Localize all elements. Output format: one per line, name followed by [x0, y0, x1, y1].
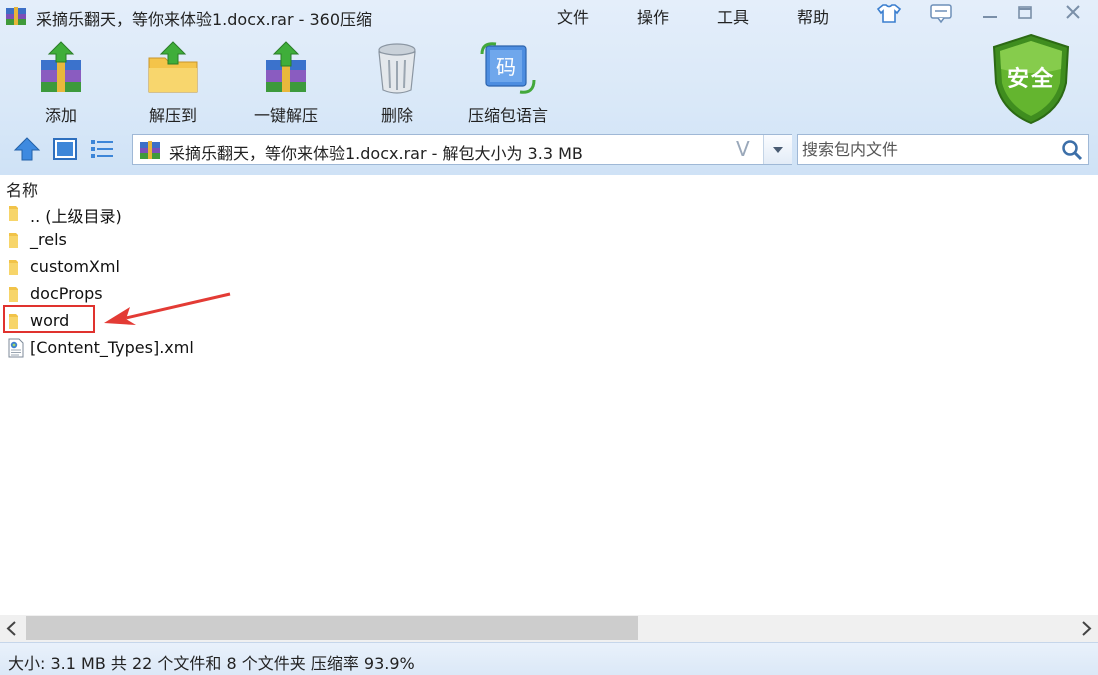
add-label: 添加 [44, 106, 77, 125]
status-text: 大小: 3.1 MB 共 22 个文件和 8 个文件夹 压缩率 93.9% [8, 654, 415, 673]
search-icon[interactable] [1060, 138, 1084, 162]
menu-file[interactable]: 文件 [557, 4, 589, 28]
security-shield[interactable]: 安全 [990, 33, 1072, 125]
archive-language-icon: 码 [480, 42, 536, 94]
column-header-name[interactable]: 名称 [6, 177, 38, 201]
one-click-extract-icon [266, 41, 306, 92]
folder-icon [9, 260, 18, 275]
up-level-icon[interactable] [13, 135, 41, 163]
list-item-customxml[interactable]: customXml [4, 254, 404, 280]
file-name: _rels [30, 230, 67, 249]
menu-tools[interactable]: 工具 [717, 4, 749, 28]
status-bar: 大小: 3.1 MB 共 22 个文件和 8 个文件夹 压缩率 93.9% [0, 642, 1098, 675]
add-button[interactable]: 添加 [30, 40, 92, 125]
list-item-content-types[interactable]: [Content_Types].xml [4, 335, 404, 361]
file-name: customXml [30, 257, 120, 276]
one-click-extract-label: 一键解压 [253, 106, 318, 125]
address-bar[interactable]: 采摘乐翻天，等你来体验1.docx.rar - 解包大小为 3.3 MB V [132, 134, 792, 165]
xml-file-icon [8, 338, 24, 358]
search-input[interactable] [802, 138, 1052, 161]
horizontal-scrollbar[interactable] [0, 615, 1098, 642]
minimize-icon[interactable] [977, 2, 1003, 24]
annotation-arrow-icon [104, 292, 231, 325]
list-item-parent-dir[interactable]: .. (上级目录) [4, 200, 404, 226]
archive-app-icon [6, 7, 26, 25]
menu-help[interactable]: 帮助 [797, 4, 829, 28]
list-item-rels[interactable]: _rels [4, 227, 404, 253]
maximize-icon[interactable] [1012, 2, 1038, 24]
extract-folder-icon [148, 41, 198, 93]
security-badge-label: 安全 [1006, 67, 1055, 92]
window-title: 采摘乐翻天，等你来体验1.docx.rar - 360压缩 [36, 10, 373, 29]
highlight-box [3, 305, 95, 333]
archive-language-button[interactable]: 码 压缩包语言 [462, 40, 554, 125]
file-name: [Content_Types].xml [30, 338, 194, 357]
archive-language-label: 压缩包语言 [467, 106, 548, 125]
list-view-icon[interactable] [88, 135, 116, 163]
delete-label: 删除 [380, 106, 413, 125]
folder-icon [9, 206, 18, 221]
scrollbar-thumb[interactable] [26, 616, 638, 640]
title-bar: 采摘乐翻天，等你来体验1.docx.rar - 360压缩 文件 操作 工具 帮… [0, 0, 1098, 32]
scroll-left-icon[interactable] [0, 615, 24, 642]
trash-icon [378, 43, 416, 94]
folder-icon [9, 287, 18, 302]
verify-icon[interactable]: V [736, 137, 750, 161]
top-panel: 采摘乐翻天，等你来体验1.docx.rar - 360压缩 文件 操作 工具 帮… [0, 0, 1098, 175]
svg-text:码: 码 [496, 55, 516, 79]
feedback-icon[interactable] [928, 2, 954, 24]
chevron-down-icon [773, 147, 783, 153]
scroll-right-icon[interactable] [1074, 615, 1098, 642]
search-box[interactable] [797, 134, 1089, 165]
file-list: 名称 .. (上级目录) _rels customXml docProps wo… [0, 175, 1098, 615]
file-name: .. (上级目录) [30, 207, 122, 226]
address-path: 采摘乐翻天，等你来体验1.docx.rar - 解包大小为 3.3 MB [169, 144, 583, 163]
delete-button[interactable]: 删除 [366, 40, 428, 125]
thumbnail-view-icon[interactable] [51, 135, 79, 163]
one-click-extract-button[interactable]: 一键解压 [250, 40, 322, 125]
file-name: docProps [30, 284, 103, 303]
address-dropdown-button[interactable] [763, 135, 792, 164]
close-icon[interactable] [1060, 2, 1086, 24]
skin-shirt-icon[interactable] [876, 2, 902, 24]
extract-to-button[interactable]: 解压到 [140, 40, 206, 125]
folder-icon [9, 233, 18, 248]
archive-file-icon [140, 141, 160, 159]
menu-operation[interactable]: 操作 [637, 4, 669, 28]
extract-to-label: 解压到 [148, 106, 197, 125]
add-archive-icon [41, 41, 81, 92]
